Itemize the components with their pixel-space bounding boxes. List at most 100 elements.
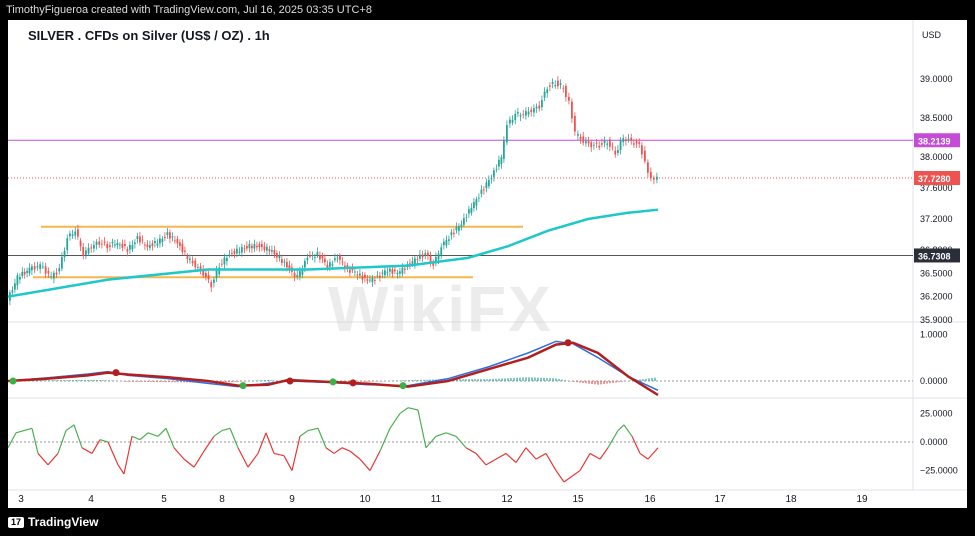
candle-body [131, 244, 134, 250]
tradingview-logo[interactable]: 17 TradingView [8, 515, 98, 529]
candle-body [314, 257, 316, 259]
price-tick-label: 36.2000 [920, 292, 953, 302]
candle-body [519, 115, 522, 117]
candle-body [189, 258, 191, 261]
oscillator-line-segment [563, 475, 573, 483]
oscillator-line-segment [389, 413, 401, 429]
oscillator-line-segment [545, 453, 557, 471]
candle-body [427, 252, 429, 256]
candle-body [522, 114, 525, 116]
oscillator-line-segment [265, 432, 275, 454]
oscillator-line-segment [73, 424, 83, 448]
candle-body [293, 273, 296, 277]
candle-body [644, 150, 646, 162]
tradingview-icon: 17 [8, 516, 24, 528]
oscillator-line-segment [379, 428, 391, 452]
candle-body [404, 268, 406, 270]
candle-body [248, 243, 251, 249]
time-tick-label: 4 [88, 494, 94, 505]
candle-body [309, 255, 311, 257]
candle-body [111, 241, 114, 244]
candle-body [606, 143, 609, 145]
candle-body [176, 238, 179, 244]
candle-body [647, 162, 649, 173]
chart-title: SILVER . CFDs on Silver (US$ / OZ) . 1h [28, 28, 270, 43]
candle-body [66, 238, 69, 251]
candle-body [336, 257, 339, 259]
candle-body [258, 243, 261, 248]
candle-body [21, 271, 24, 277]
candle-body [635, 141, 638, 144]
candle-body [633, 143, 635, 145]
tradingview-brand: TradingView [28, 515, 99, 529]
chart-frame: USD 39.0000 38.5000 38.0000 37.6000 37.2000 36… [7, 20, 967, 508]
candle-body [577, 134, 579, 136]
candle-body [236, 248, 238, 254]
candle-body [129, 245, 131, 250]
candle-body [598, 145, 601, 148]
candle-body [207, 275, 210, 280]
candle-body [238, 251, 241, 253]
candle-body [483, 189, 485, 191]
candle-body [554, 84, 557, 87]
oscillator-line-segment [131, 435, 141, 441]
candle-body [324, 258, 326, 263]
candle-body [630, 137, 633, 141]
oscillator-line-segment [173, 447, 185, 460]
time-tick-label: 3 [18, 494, 24, 505]
attribution-bar: TimothyFigueroa created with TradingView… [0, 0, 975, 20]
footer-bar: 17 TradingView [0, 508, 975, 536]
candle-body [582, 136, 585, 143]
candle-body [174, 240, 176, 242]
candle-body [74, 231, 77, 236]
candle-body [460, 224, 463, 227]
candle-body [23, 271, 26, 275]
oscillator-line-segment [203, 435, 215, 452]
macd-cross-marker [9, 377, 17, 385]
candle-body [326, 264, 329, 268]
candle-body [617, 149, 619, 154]
candle-body [261, 244, 263, 248]
candle-body [595, 142, 598, 144]
candle-body [278, 255, 281, 259]
candle-body [121, 243, 124, 248]
candle-body [432, 263, 435, 266]
candle-body [136, 236, 139, 240]
candle-body [205, 272, 207, 278]
currency-label: USD [922, 30, 942, 40]
candle-body [559, 83, 562, 85]
candle-body [44, 266, 47, 274]
oscillator-line-segment [237, 447, 249, 468]
candle-body [498, 159, 500, 167]
macd-cross-marker [564, 339, 572, 347]
candle-body [394, 269, 396, 272]
candle-body [299, 271, 301, 277]
candle-body [656, 176, 658, 180]
candle-body [213, 279, 215, 283]
candle-body [77, 229, 79, 237]
candle-body [455, 226, 458, 231]
time-tick-label: 16 [644, 494, 656, 505]
oscillator-line-segment [579, 453, 591, 471]
macd-cross-marker [349, 379, 357, 387]
oscillator-line-segment [247, 453, 259, 468]
oscillator-line-segment [229, 428, 239, 448]
time-tick-label: 8 [219, 494, 225, 505]
candle-body [463, 218, 465, 225]
oscillator-line-segment [291, 436, 301, 471]
osc-tick-label: 0.0000 [920, 437, 948, 447]
time-tick-label: 12 [501, 494, 513, 505]
candle-body [194, 260, 197, 268]
candle-body [622, 138, 625, 142]
candle-body [495, 168, 498, 170]
time-tick-label: 17 [714, 494, 726, 505]
candle-body [28, 267, 31, 274]
oscillator-line-segment [599, 447, 609, 460]
candle-body [149, 245, 151, 248]
price-tick-label: 37.2000 [920, 214, 953, 224]
candle-body [611, 146, 614, 148]
candle-body [478, 197, 480, 199]
oscillator-line-segment [475, 453, 487, 466]
oscillator-line-segment [81, 447, 93, 454]
chart-svg[interactable]: USD39.000038.500038.000037.600037.200036… [7, 20, 967, 508]
